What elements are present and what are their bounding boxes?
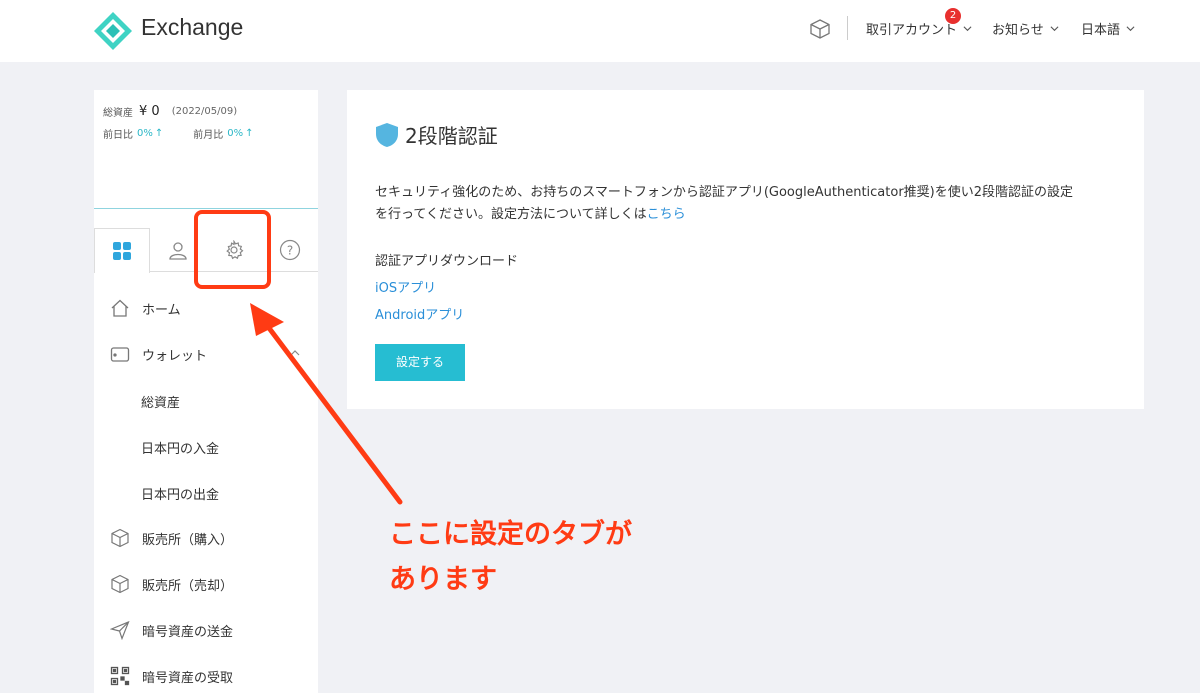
qr-code-icon [110,666,130,686]
sidebar-item-home[interactable]: ホーム [110,296,181,320]
send-icon [110,620,130,640]
sidebar-item-sell[interactable]: 販売所（売却） [110,572,233,596]
sidebar-item-buy[interactable]: 販売所（購入） [110,526,233,550]
monthly-change-value: 0% [227,127,244,139]
wallet-icon [110,347,130,362]
asset-date: (2022/05/09) [171,105,238,117]
arrow-up-icon: ↑ [245,127,254,139]
asset-chart-baseline [94,208,318,209]
brand-name[interactable]: Exchange [141,14,243,41]
account-menu-label: 取引アカウント [866,23,958,38]
sidebar-item-label: 販売所（購入） [142,532,234,548]
android-app-link[interactable]: Androidアプリ [375,304,464,323]
chevron-up-icon[interactable] [290,348,300,358]
cube-icon[interactable] [809,18,831,40]
language-menu[interactable]: 日本語 [1081,19,1135,38]
header-divider [847,16,848,40]
help-icon: ? [279,239,301,261]
description: セキュリティ強化のため、お持ちのスマートフォンから認証アプリ(GoogleAut… [375,182,1125,226]
page-title-text: 2段階認証 [405,124,498,148]
sidebar-subitem-jpy-deposit[interactable]: 日本円の入金 [141,438,219,457]
grid-icon [113,242,131,260]
description-line-2-text: を行ってください。設定方法について詳しくは [375,207,647,222]
sidebar-item-crypto-receive[interactable]: 暗号資産の受取 [110,664,233,688]
chevron-down-icon [963,26,972,32]
total-assets-value: ¥ 0 [139,103,160,119]
cube-icon [111,528,129,548]
sidebar-item-label: 販売所（売却） [142,578,234,594]
annotation-text-line-2: あります [389,564,497,595]
exchange-logo-icon[interactable] [94,12,132,50]
sidebar-item-wallet[interactable]: ウォレット [110,342,207,366]
total-assets-label: 総資産 [103,107,133,119]
sidebar-item-label: ホーム [142,302,181,318]
chevron-down-icon [1050,26,1059,32]
top-header: Exchange 取引アカウント 2 お知らせ 日本語 [0,0,1200,62]
sidebar: 総資産 ¥ 0 (2022/05/09) 前日比 0% ↑ 前月比 0% ↑ ?… [94,90,318,693]
home-icon [111,299,129,317]
sidebar-subitem-jpy-withdraw[interactable]: 日本円の出金 [141,484,219,503]
cube-icon [111,574,129,594]
news-menu-label: お知らせ [992,23,1044,38]
ios-app-link[interactable]: iOSアプリ [375,277,436,296]
sidebar-item-label: 暗号資産の送金 [142,624,234,640]
arrow-up-icon: ↑ [154,127,164,139]
shield-icon [376,122,398,147]
tab-dashboard[interactable] [94,228,150,273]
description-line-2: を行ってください。設定方法について詳しくはこちら [375,204,1125,226]
daily-change-label: 前日比 [103,129,133,141]
sidebar-item-label: ウォレット [142,348,208,364]
setup-button[interactable]: 設定する [375,344,465,381]
svg-text:?: ? [287,244,293,258]
sidebar-item-crypto-send[interactable]: 暗号資産の送金 [110,618,233,642]
daily-change-value: 0% [137,127,153,139]
asset-summary: 総資産 ¥ 0 (2022/05/09) 前日比 0% ↑ 前月比 0% ↑ [103,100,254,144]
annotation-highlight-box [194,210,271,289]
details-link[interactable]: こちら [647,207,686,222]
language-menu-label: 日本語 [1081,23,1121,38]
sidebar-subitem-total-assets[interactable]: 総資産 [141,392,180,411]
page-title: 2段階認証 [375,120,498,149]
notification-badge: 2 [945,8,961,24]
download-heading: 認証アプリダウンロード [375,254,519,269]
news-menu[interactable]: お知らせ [992,19,1059,38]
two-factor-card: 2段階認証 セキュリティ強化のため、お持ちのスマートフォンから認証アプリ(Goo… [347,90,1144,409]
description-line-1: セキュリティ強化のため、お持ちのスマートフォンから認証アプリ(GoogleAut… [375,185,1074,200]
annotation-text-line-1: ここに設定のタブが [389,519,632,550]
sidebar-item-label: 暗号資産の受取 [142,670,234,686]
monthly-change-label: 前月比 [193,129,224,141]
chevron-down-icon [1126,26,1135,32]
user-icon [169,242,187,260]
